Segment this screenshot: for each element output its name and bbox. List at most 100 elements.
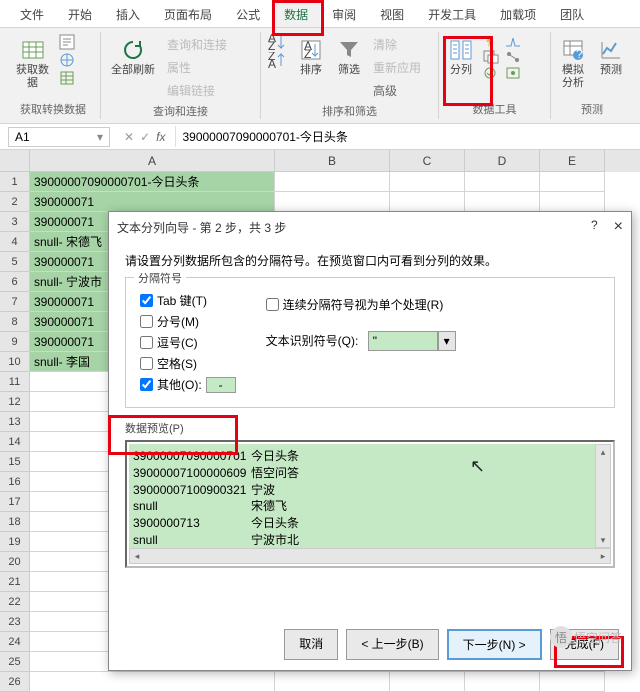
- advanced-filter-button[interactable]: 高级: [371, 80, 423, 101]
- tab-checkbox[interactable]: Tab 键(T): [140, 292, 236, 309]
- row-header[interactable]: 11: [0, 372, 30, 392]
- cell[interactable]: [275, 192, 390, 212]
- row-header[interactable]: 1: [0, 172, 30, 192]
- row-header[interactable]: 22: [0, 592, 30, 612]
- row-header[interactable]: 16: [0, 472, 30, 492]
- text-qualifier-dropdown-icon[interactable]: ▾: [438, 331, 456, 351]
- cancel-formula-icon[interactable]: ✕: [124, 130, 134, 144]
- dialog-close-button[interactable]: ×: [614, 218, 623, 236]
- col-header-a[interactable]: A: [30, 150, 275, 172]
- scroll-right-icon[interactable]: ▸: [596, 549, 610, 563]
- cell[interactable]: [465, 672, 540, 692]
- cell[interactable]: [390, 192, 465, 212]
- sort-za-icon[interactable]: ZA: [267, 52, 289, 70]
- row-header[interactable]: 24: [0, 632, 30, 652]
- col-header-b[interactable]: B: [275, 150, 390, 172]
- col-header-d[interactable]: D: [465, 150, 540, 172]
- refresh-all-button[interactable]: 全部刷新: [107, 34, 159, 81]
- tab-layout[interactable]: 页面布局: [152, 0, 224, 27]
- preview-hscrollbar[interactable]: ◂ ▸: [129, 548, 611, 564]
- scroll-up-icon[interactable]: ▴: [596, 445, 610, 459]
- row-header[interactable]: 4: [0, 232, 30, 252]
- row-header[interactable]: 2: [0, 192, 30, 212]
- row-header[interactable]: 20: [0, 552, 30, 572]
- from-table-icon[interactable]: [59, 70, 75, 86]
- row-header[interactable]: 19: [0, 532, 30, 552]
- row-header[interactable]: 23: [0, 612, 30, 632]
- tab-data[interactable]: 数据: [272, 0, 320, 27]
- scroll-down-icon[interactable]: ▾: [596, 533, 610, 547]
- enter-formula-icon[interactable]: ✓: [140, 130, 150, 144]
- clear-filter-button[interactable]: 清除: [371, 34, 423, 55]
- cell[interactable]: [540, 172, 605, 192]
- cell[interactable]: [275, 172, 390, 192]
- row-header[interactable]: 25: [0, 652, 30, 672]
- tab-view[interactable]: 视图: [368, 0, 416, 27]
- cell[interactable]: 39000007090000701-今日头条: [30, 172, 275, 192]
- text-to-columns-button[interactable]: 分列: [445, 34, 477, 81]
- cell[interactable]: 390000071: [30, 192, 275, 212]
- from-text-icon[interactable]: [59, 34, 75, 50]
- cell[interactable]: [390, 172, 465, 192]
- cell[interactable]: [465, 192, 540, 212]
- sort-az-icon[interactable]: AZ: [267, 34, 289, 52]
- tab-file[interactable]: 文件: [8, 0, 56, 27]
- forecast-button[interactable]: 预测: [595, 34, 627, 81]
- from-web-icon[interactable]: [59, 52, 75, 68]
- consecutive-checkbox[interactable]: 连续分隔符号视为单个处理(R): [266, 296, 456, 313]
- scroll-left-icon[interactable]: ◂: [130, 549, 144, 563]
- tab-insert[interactable]: 插入: [104, 0, 152, 27]
- col-header-c[interactable]: C: [390, 150, 465, 172]
- remove-dup-icon[interactable]: [483, 50, 499, 64]
- back-button[interactable]: < 上一步(B): [346, 629, 438, 660]
- row-header[interactable]: 7: [0, 292, 30, 312]
- col-header-e[interactable]: E: [540, 150, 605, 172]
- relationships-icon[interactable]: [505, 50, 521, 64]
- fx-icon[interactable]: fx: [156, 130, 165, 144]
- space-checkbox[interactable]: 空格(S): [140, 355, 236, 372]
- row-header[interactable]: 21: [0, 572, 30, 592]
- queries-button[interactable]: 查询和连接: [165, 34, 229, 55]
- row-header[interactable]: 18: [0, 512, 30, 532]
- text-qualifier-input[interactable]: ": [368, 331, 438, 351]
- row-header[interactable]: 17: [0, 492, 30, 512]
- filter-button[interactable]: 筛选: [333, 34, 365, 81]
- row-header[interactable]: 8: [0, 312, 30, 332]
- cancel-button[interactable]: 取消: [284, 629, 338, 660]
- row-header[interactable]: 6: [0, 272, 30, 292]
- name-box[interactable]: A1▾: [8, 127, 110, 147]
- cell[interactable]: [540, 672, 605, 692]
- edit-links-button[interactable]: 编辑链接: [165, 80, 229, 101]
- flash-fill-icon[interactable]: [483, 34, 499, 48]
- other-delimiter-input[interactable]: [206, 377, 236, 393]
- row-header[interactable]: 9: [0, 332, 30, 352]
- name-box-dropdown-icon[interactable]: ▾: [97, 130, 103, 144]
- tab-formula[interactable]: 公式: [224, 0, 272, 27]
- properties-button[interactable]: 属性: [165, 57, 229, 78]
- cell[interactable]: [275, 672, 390, 692]
- data-validation-icon[interactable]: [483, 66, 499, 80]
- row-header[interactable]: 13: [0, 412, 30, 432]
- comma-checkbox[interactable]: 逗号(C): [140, 334, 236, 351]
- cell[interactable]: [540, 192, 605, 212]
- next-button[interactable]: 下一步(N) >: [447, 629, 542, 660]
- manage-data-model-icon[interactable]: [505, 66, 521, 80]
- row-header[interactable]: 26: [0, 672, 30, 692]
- tab-addin[interactable]: 加载项: [488, 0, 548, 27]
- what-if-button[interactable]: ? 模拟分析: [557, 34, 589, 94]
- consolidate-icon[interactable]: [505, 34, 521, 48]
- row-header[interactable]: 15: [0, 452, 30, 472]
- row-header[interactable]: 12: [0, 392, 30, 412]
- formula-input[interactable]: 39000007090000701-今日头条: [175, 126, 640, 147]
- cell[interactable]: [465, 172, 540, 192]
- row-header[interactable]: 5: [0, 252, 30, 272]
- get-data-button[interactable]: 获取数 据: [12, 34, 53, 94]
- dialog-help-button[interactable]: ?: [591, 218, 598, 236]
- select-all-corner[interactable]: [0, 150, 30, 172]
- preview-vscrollbar[interactable]: ▴ ▾: [595, 444, 611, 548]
- cell[interactable]: [390, 672, 465, 692]
- tab-review[interactable]: 审阅: [320, 0, 368, 27]
- row-header[interactable]: 14: [0, 432, 30, 452]
- row-header[interactable]: 10: [0, 352, 30, 372]
- semicolon-checkbox[interactable]: 分号(M): [140, 313, 236, 330]
